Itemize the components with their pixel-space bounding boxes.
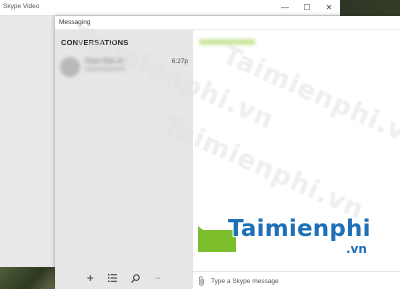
minimize-button[interactable]: — [274, 0, 296, 16]
message-text [201, 233, 202, 239]
list-icon [108, 274, 118, 282]
conversation-name: Ryan Barnes [85, 58, 126, 65]
conversations-sidebar: CONVERSATIONS Ryan Barnes 6:27p + ··· [55, 30, 193, 289]
messaging-title: Messaging [59, 19, 91, 26]
chat-contact-name [199, 39, 255, 45]
message-bubble [198, 230, 236, 252]
attach-icon[interactable] [198, 276, 208, 286]
new-conversation-button[interactable]: + [82, 270, 98, 286]
message-input[interactable] [211, 275, 391, 287]
close-button[interactable]: ✕ [318, 0, 340, 16]
sidebar-toolbar: + ··· [55, 267, 193, 289]
maximize-button[interactable]: ☐ [296, 0, 318, 16]
messaging-window: Messaging CONVERSATIONS Ryan Barnes 6:27… [55, 16, 400, 289]
chat-pane [193, 30, 400, 289]
background-photo [0, 267, 55, 289]
conversations-heading: CONVERSATIONS [61, 38, 129, 47]
conversation-item[interactable]: Ryan Barnes 6:27p [55, 54, 193, 80]
window-controls: — ☐ ✕ [274, 0, 340, 16]
compose-bar [193, 271, 400, 289]
skype-video-titlebar: Skype Video — ☐ ✕ [0, 0, 340, 16]
paperclip-icon [199, 276, 204, 286]
more-icon: ··· [155, 274, 161, 282]
plus-icon: + [86, 271, 94, 285]
skype-video-left-panel [0, 16, 55, 289]
message-text [201, 241, 202, 247]
messaging-titlebar: Messaging [55, 16, 400, 30]
search-icon [130, 273, 140, 283]
select-list-button[interactable] [105, 270, 121, 286]
conversation-preview [85, 67, 125, 71]
conversation-time: 6:27p [171, 58, 188, 65]
avatar [60, 57, 80, 77]
skype-video-title: Skype Video [3, 3, 40, 10]
more-button[interactable]: ··· [150, 270, 166, 286]
search-button[interactable] [127, 270, 143, 286]
